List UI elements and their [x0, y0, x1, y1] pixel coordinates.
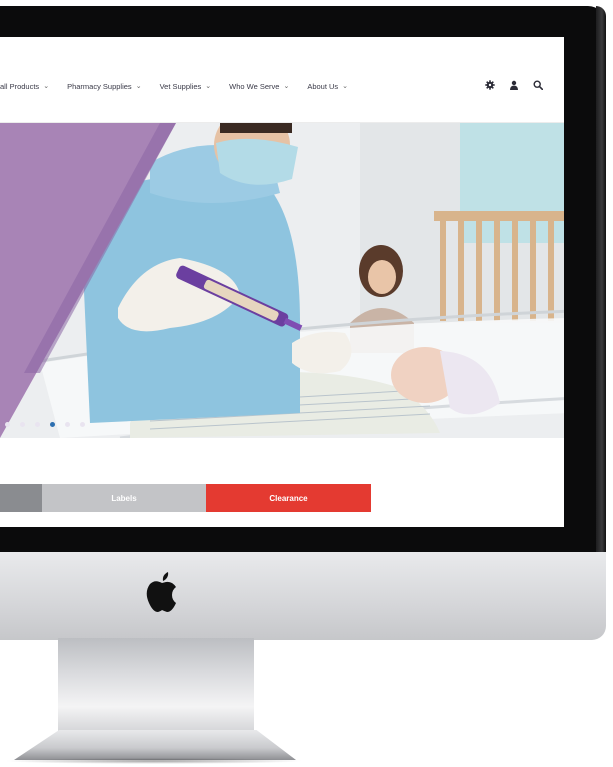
carousel-dot-active[interactable]	[50, 422, 55, 427]
stand-shadow	[4, 758, 304, 764]
carousel-dot[interactable]	[20, 422, 25, 427]
chevron-down-icon: ⌄	[205, 83, 212, 90]
nav-item-label: About Us	[307, 81, 339, 91]
chevron-down-icon: ⌄	[342, 83, 349, 90]
labels-button[interactable]: Labels	[42, 484, 206, 512]
gear-icon[interactable]	[485, 77, 495, 90]
user-icon[interactable]	[509, 77, 519, 90]
hero-banner	[0, 123, 564, 438]
monitor-screen: all Products ⌄ Pharmacy Supplies ⌄ Vet S…	[0, 37, 564, 527]
chevron-down-icon: ⌄	[283, 83, 290, 90]
nav-item-pharmacy-supplies[interactable]: Pharmacy Supplies ⌄	[67, 79, 142, 93]
carousel-dot[interactable]	[80, 422, 85, 427]
nav-item-label: Vet Supplies	[159, 81, 202, 91]
site-header: all Products ⌄ Pharmacy Supplies ⌄ Vet S…	[0, 37, 564, 123]
header-icons	[485, 77, 544, 91]
nav-item-who-we-serve[interactable]: Who We Serve ⌄	[229, 79, 289, 93]
carousel-dot[interactable]	[65, 422, 70, 427]
nav-item-label: Who We Serve	[229, 81, 280, 91]
carousel-dots	[5, 422, 85, 427]
chevron-down-icon: ⌄	[43, 83, 50, 90]
nav-item-about-us[interactable]: About Us ⌄	[307, 79, 348, 93]
monitor-stand	[58, 638, 254, 736]
category-label: Labels	[111, 493, 137, 503]
nav-item-label: all Products	[0, 81, 40, 91]
carousel-dot[interactable]	[35, 422, 40, 427]
search-icon[interactable]	[533, 77, 544, 91]
apple-logo-icon	[146, 572, 176, 612]
nav-item-all-products[interactable]: all Products ⌄	[0, 79, 49, 93]
monitor-chin	[0, 552, 606, 640]
bezel-edge	[596, 6, 606, 558]
category-button-partial[interactable]	[0, 484, 42, 512]
nav-item-label: Pharmacy Supplies	[67, 81, 132, 91]
monitor-stand-base	[14, 730, 296, 760]
main-nav: all Products ⌄ Pharmacy Supplies ⌄ Vet S…	[0, 79, 366, 93]
category-buttons: Labels Clearance	[0, 484, 371, 512]
chevron-down-icon: ⌄	[135, 83, 142, 90]
hero-photo	[0, 123, 564, 438]
clearance-button[interactable]: Clearance	[206, 484, 371, 512]
nav-item-vet-supplies[interactable]: Vet Supplies ⌄	[160, 79, 212, 93]
carousel-dot[interactable]	[5, 422, 10, 427]
category-label: Clearance	[269, 493, 308, 503]
